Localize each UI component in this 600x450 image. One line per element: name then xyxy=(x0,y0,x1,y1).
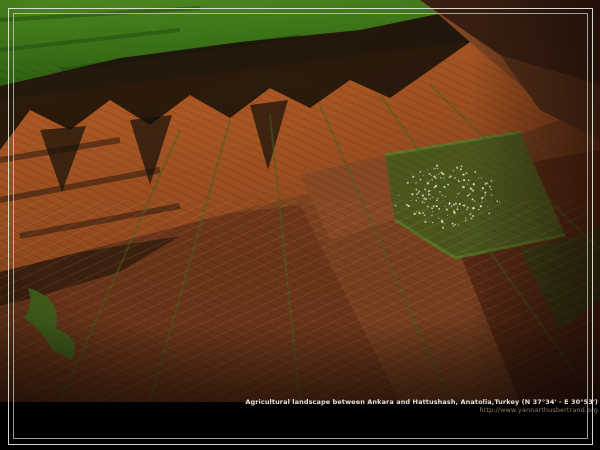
wallpaper: Agricultural landscape between Ankara an… xyxy=(0,0,600,450)
caption-text: Agricultural landscape between Ankara an… xyxy=(245,399,598,406)
aerial-photo xyxy=(0,0,600,402)
bottom-edge-shade xyxy=(0,320,600,402)
photo-caption: Agricultural landscape between Ankara an… xyxy=(245,399,598,414)
landscape-scene xyxy=(0,0,600,402)
photo-credit-url: http://www.yannarthusbertrand.org xyxy=(245,407,598,414)
